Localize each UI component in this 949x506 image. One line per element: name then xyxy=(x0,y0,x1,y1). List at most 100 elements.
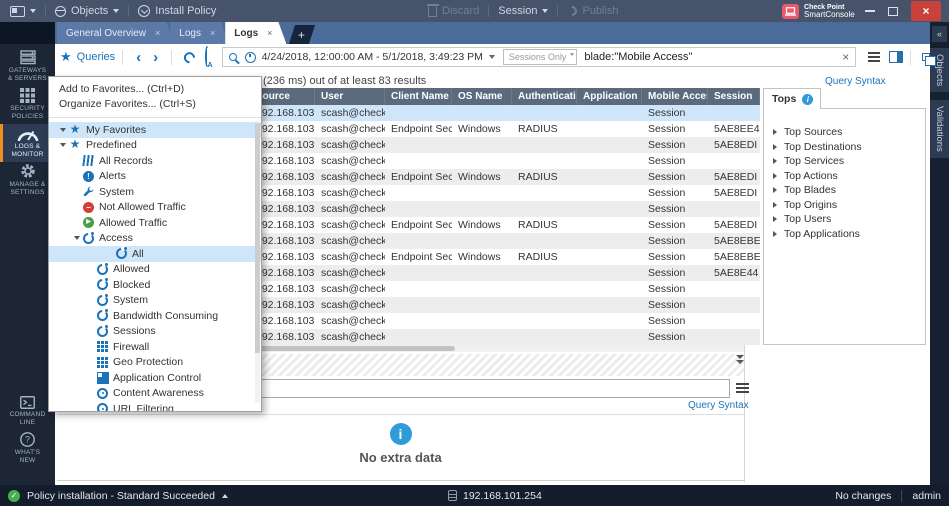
toggle-panel-icon[interactable] xyxy=(889,51,902,63)
query-tree-item-my-favorites[interactable]: ★My Favorites xyxy=(49,122,261,138)
minimize-button[interactable] xyxy=(865,10,875,12)
menu-item-organize-favorites[interactable]: Organize Favorites... (Ctrl+S) xyxy=(49,97,261,112)
divider xyxy=(171,50,172,65)
clear-search-icon[interactable]: × xyxy=(842,50,849,64)
sidebar-item-gateways-servers[interactable]: GATEWAYS& SERVERS xyxy=(0,48,55,86)
dropdown-scrollbar[interactable] xyxy=(255,121,260,403)
column-header-mobile-access[interactable]: Mobile Access... xyxy=(642,88,708,105)
sidebar-item-security-policies[interactable]: SECURITYPOLICIES xyxy=(0,86,55,124)
sidebar-item-command-line[interactable]: COMMANDLINE xyxy=(0,392,55,430)
cell-mobile_access: Session xyxy=(642,329,708,345)
query-tree-item-sessions[interactable]: Sessions xyxy=(49,324,261,340)
logged-in-user[interactable]: admin xyxy=(912,490,941,502)
tab-close-icon[interactable]: × xyxy=(210,28,215,38)
menu-icon[interactable] xyxy=(736,387,749,389)
menu-item-add-to-favorites[interactable]: Add to Favorites... (Ctrl+D) xyxy=(49,82,261,97)
scope-selector[interactable]: Sessions Only xyxy=(503,49,578,65)
tops-item-top-blades[interactable]: Top Blades xyxy=(764,183,925,198)
sidebar-item-manage-settings[interactable]: MANAGE &SETTINGS xyxy=(0,162,55,200)
policy-status-caret-icon[interactable] xyxy=(222,494,228,498)
tops-item-top-actions[interactable]: Top Actions xyxy=(764,169,925,184)
objects-caret-icon[interactable] xyxy=(113,9,119,13)
query-tree-item-access[interactable]: Access xyxy=(49,231,261,247)
open-in-window-icon[interactable] xyxy=(922,53,931,61)
query-tree-item-all[interactable]: All xyxy=(49,246,261,262)
column-header-application[interactable]: Application xyxy=(577,88,642,105)
cell-os_name xyxy=(452,233,512,249)
queries-star-icon[interactable]: ★ xyxy=(60,49,72,65)
date-range-caret-icon[interactable] xyxy=(489,55,495,59)
query-tree-item-geo-protection[interactable]: Geo Protection xyxy=(49,355,261,371)
tops-item-top-sources[interactable]: Top Sources xyxy=(764,125,925,140)
query-tree-item-predefined[interactable]: ★Predefined xyxy=(49,138,261,154)
maximize-button[interactable] xyxy=(888,7,898,16)
tab-logs-1[interactable]: Logs× xyxy=(170,22,229,44)
new-tab-button[interactable]: + xyxy=(289,25,315,44)
tab-logs-2[interactable]: Logs× xyxy=(225,22,286,44)
search-query-text[interactable]: blade:"Mobile Access" xyxy=(584,51,692,63)
tops-item-top-applications[interactable]: Top Applications xyxy=(764,227,925,242)
tops-item-top-services[interactable]: Top Services xyxy=(764,154,925,169)
server-ip[interactable]: 192.168.101.254 xyxy=(463,490,542,502)
back-button[interactable]: ‹ xyxy=(130,50,147,65)
cell-authentication xyxy=(512,201,577,217)
scrollbar-thumb[interactable] xyxy=(255,123,260,353)
tops-item-top-origins[interactable]: Top Origins xyxy=(764,198,925,213)
app-menu-caret-icon[interactable] xyxy=(30,9,36,13)
menu-icon[interactable] xyxy=(868,56,880,58)
query-tree-item-blocked[interactable]: Blocked xyxy=(49,277,261,293)
auto-refresh-icon[interactable]: A xyxy=(205,48,209,66)
tab-close-icon[interactable]: × xyxy=(155,28,160,38)
query-tree-item-bandwidth-consuming[interactable]: Bandwidth Consuming xyxy=(49,308,261,324)
query-tree-item-application-control[interactable]: Application Control xyxy=(49,370,261,386)
tops-item-top-destinations[interactable]: Top Destinations xyxy=(764,140,925,155)
column-header-session[interactable]: Session xyxy=(708,88,760,105)
query-tree-item-system[interactable]: System xyxy=(49,184,261,200)
app-menu-icon[interactable] xyxy=(10,6,25,17)
refresh-icon[interactable] xyxy=(182,49,197,64)
query-tree-item-label: Access xyxy=(99,232,133,244)
expander-icon[interactable] xyxy=(71,236,83,240)
session-menu[interactable]: Session xyxy=(498,5,537,17)
queries-button[interactable]: Queries xyxy=(77,51,116,63)
log-search-field[interactable]: 4/24/2018, 12:00:00 AM - 5/1/2018, 3:49:… xyxy=(222,47,857,67)
side-tab-objects[interactable]: Objects xyxy=(930,48,949,92)
query-tree-item-allowed[interactable]: Allowed xyxy=(49,262,261,278)
forward-button[interactable]: › xyxy=(147,50,164,65)
query-tree-item-all-records[interactable]: All Records xyxy=(49,153,261,169)
query-syntax-link[interactable]: Query Syntax xyxy=(825,76,886,87)
column-header-authenticatio[interactable]: Authenticatio... xyxy=(512,88,577,105)
cell-mobile_access: Session xyxy=(642,265,708,281)
query-tree-item-url-filtering[interactable]: URL Filtering xyxy=(49,401,261,412)
close-button[interactable]: × xyxy=(911,1,941,21)
collapse-panel-button[interactable]: « xyxy=(932,26,947,42)
column-header-user[interactable]: User xyxy=(315,88,385,105)
sidebar-item-whats-new[interactable]: ?WHAT'SNEW xyxy=(0,430,55,468)
policy-status[interactable]: Policy installation - Standard Succeeded xyxy=(27,490,215,502)
query-tree-item-not-allowed-traffic[interactable]: −Not Allowed Traffic xyxy=(49,200,261,216)
tab-general-overview-0[interactable]: General Overview× xyxy=(57,22,174,44)
query-tree-item-alerts[interactable]: !Alerts xyxy=(49,169,261,185)
expander-icon[interactable] xyxy=(57,128,69,132)
discard-button[interactable]: Discard xyxy=(442,5,479,17)
divider xyxy=(744,345,745,482)
query-tree-item-system[interactable]: System xyxy=(49,293,261,309)
column-header-client-name[interactable]: Client Name xyxy=(385,88,452,105)
side-tab-validations[interactable]: Validations xyxy=(930,100,949,158)
session-caret-icon[interactable] xyxy=(542,9,548,13)
query-tree-item-allowed-traffic[interactable]: ▶Allowed Traffic xyxy=(49,215,261,231)
tab-tops[interactable]: Tops i xyxy=(763,88,821,109)
publish-button[interactable]: Publish xyxy=(582,5,618,17)
sidebar-item-logs-monitor[interactable]: LOGS &MONITOR xyxy=(0,124,55,162)
query-tree-item-firewall[interactable]: Firewall xyxy=(49,339,261,355)
expander-icon[interactable] xyxy=(57,143,69,147)
query-syntax-link[interactable]: Query Syntax xyxy=(688,400,749,411)
objects-menu[interactable]: Objects xyxy=(71,5,108,17)
tops-item-top-users[interactable]: Top Users xyxy=(764,212,925,227)
install-policy-button[interactable]: Install Policy xyxy=(155,5,216,17)
query-tree-item-content-awareness[interactable]: Content Awareness xyxy=(49,386,261,402)
column-header-os-name[interactable]: OS Name xyxy=(452,88,512,105)
info-icon[interactable]: i xyxy=(802,94,813,105)
tab-close-icon[interactable]: × xyxy=(267,28,272,38)
date-range-value[interactable]: 4/24/2018, 12:00:00 AM - 5/1/2018, 3:49:… xyxy=(262,51,483,63)
